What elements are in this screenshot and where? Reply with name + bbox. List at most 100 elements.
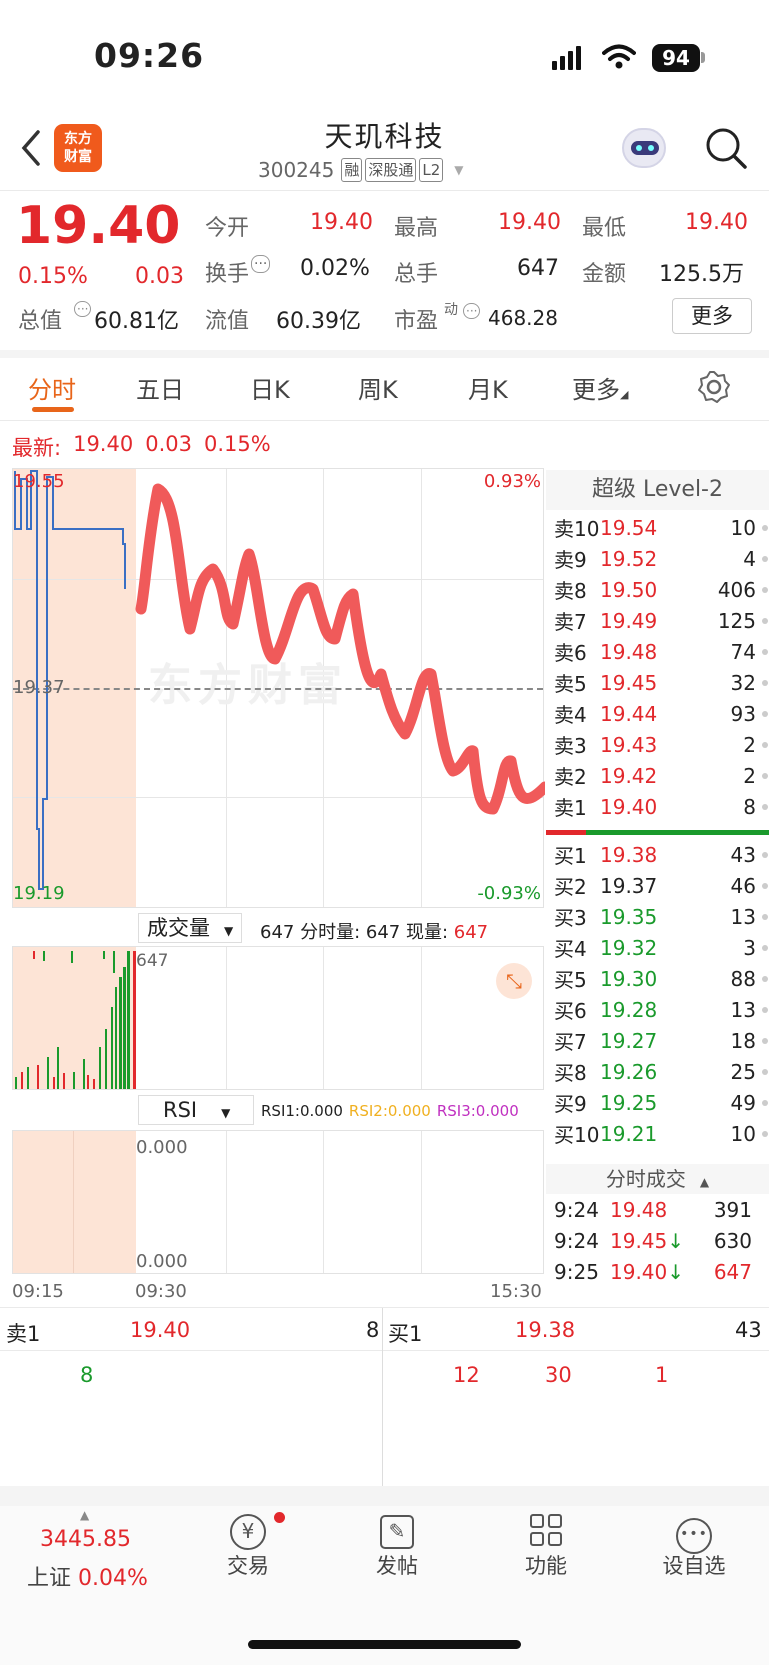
ask-row[interactable]: 卖3 19.43 2: [546, 729, 769, 760]
ask-row[interactable]: 卖9 19.52 4: [546, 543, 769, 574]
ask-row[interactable]: 卖5 19.45 32: [546, 667, 769, 698]
ask-price: 19.45: [600, 670, 658, 695]
bid-row[interactable]: 买3 19.35 13: [546, 901, 769, 932]
tab-more[interactable]: 更多◢: [572, 370, 628, 405]
ask-row[interactable]: 卖7 19.49 125: [546, 605, 769, 636]
bid-row[interactable]: 买7 19.27 18: [546, 1025, 769, 1056]
ask-row[interactable]: 卖2 19.42 2: [546, 760, 769, 791]
volume-indicator-select[interactable]: 成交量 ▼: [138, 913, 243, 943]
dot-icon: [762, 524, 768, 531]
tick-row: 9:24 19.45↓ 630: [546, 1225, 769, 1256]
bid-row[interactable]: 买5 19.30 88: [546, 963, 769, 994]
volume-chart[interactable]: 647 ⤡: [12, 946, 544, 1090]
bid-price: 19.27: [600, 1028, 658, 1053]
ask-row[interactable]: 卖8 19.50 406: [546, 574, 769, 605]
float-value: 60.39亿: [276, 309, 361, 334]
tick-time: 9:25: [554, 1259, 599, 1284]
nav-add-watchlist[interactable]: ••• 设自选: [634, 1508, 754, 1580]
robot-avatar-icon[interactable]: [622, 128, 666, 168]
grid-line: [226, 1131, 227, 1273]
tab-weekly-k[interactable]: 周K: [358, 370, 398, 405]
dot-icon: [762, 741, 768, 748]
ask-volume: 32: [730, 670, 756, 695]
queue-center-divider: [382, 1308, 383, 1486]
bid-label: 买7: [554, 1030, 587, 1054]
info-circle-icon[interactable]: ···: [251, 255, 271, 273]
tick-price: 19.40↓: [610, 1259, 685, 1284]
bid-row[interactable]: 买1 19.38 43: [546, 839, 769, 870]
time-axis-close: 15:30: [490, 1281, 542, 1302]
bid-order: 12: [453, 1363, 480, 1387]
bid-row[interactable]: 买10 19.21 10: [546, 1118, 769, 1149]
nav-post[interactable]: ✎ 发帖: [337, 1508, 457, 1580]
signal-icon: [552, 46, 581, 70]
info-circle-icon[interactable]: ···: [463, 303, 481, 319]
ask-label: 卖3: [554, 734, 587, 758]
dot-icon: [762, 1099, 768, 1106]
dropdown-caret-icon[interactable]: ▼: [454, 163, 463, 177]
ask-volume: 93: [730, 701, 756, 726]
bid-label: 买4: [554, 937, 587, 961]
more-button[interactable]: 更多: [672, 298, 752, 334]
y-axis-mid: 19.37: [13, 677, 65, 698]
bid-order: 30: [545, 1363, 572, 1387]
ask-row[interactable]: 卖6 19.48 74: [546, 636, 769, 667]
dot-icon: [762, 586, 768, 593]
low-label: 最低: [582, 216, 627, 241]
dot-icon: [762, 772, 768, 779]
nav-functions[interactable]: 功能: [486, 1508, 606, 1580]
index-value[interactable]: 3445.85: [40, 1527, 131, 1552]
bid-row[interactable]: 买9 19.25 49: [546, 1087, 769, 1118]
dot-icon: [762, 851, 768, 858]
total-value: 60.81亿: [94, 309, 179, 334]
ticks-header[interactable]: 分时成交 ▲: [546, 1164, 769, 1194]
queue-bid-price: 19.38: [515, 1318, 576, 1342]
expand-icon[interactable]: ⤡: [496, 963, 532, 999]
queue-ask-label: 卖1: [6, 1322, 41, 1346]
tab-monthly-k[interactable]: 月K: [468, 370, 508, 405]
status-time: 09:26: [94, 36, 205, 75]
bid-row[interactable]: 买2 19.37 46: [546, 870, 769, 901]
settings-gear-icon[interactable]: [697, 370, 731, 404]
ask-row[interactable]: 卖10 19.54 10: [546, 512, 769, 543]
ask-row[interactable]: 卖1 19.40 8: [546, 791, 769, 822]
rsi-values: RSI1:0.000 RSI2:0.000 RSI3:0.000: [261, 1102, 519, 1120]
level2-title[interactable]: 超级 Level-2: [546, 470, 769, 510]
float-value-label: 流值: [205, 309, 250, 334]
bid-order: 1: [655, 1363, 669, 1387]
index-ticker[interactable]: 上证 0.04%: [27, 1560, 148, 1592]
bid-row[interactable]: 买4 19.32 3: [546, 932, 769, 963]
tag-connect: 深股通: [365, 158, 417, 182]
tick-volume: 630: [713, 1228, 752, 1253]
bid-volume: 3: [743, 935, 756, 960]
nav-trade[interactable]: ¥ 交易: [188, 1508, 308, 1580]
tab-daily-k[interactable]: 日K: [250, 370, 290, 405]
ask-row[interactable]: 卖4 19.44 93: [546, 698, 769, 729]
tick-price: 19.45↓: [610, 1228, 685, 1253]
ask-label: 卖1: [554, 796, 587, 820]
bid-price: 19.32: [600, 935, 658, 960]
high-label: 最高: [394, 216, 439, 241]
bid-row[interactable]: 买6 19.28 13: [546, 994, 769, 1025]
dot-icon: [762, 555, 768, 562]
rsi-indicator-select[interactable]: RSI ▼: [138, 1095, 254, 1125]
rsi-chart[interactable]: 0.000 0.000: [12, 1130, 544, 1274]
tab-intraday[interactable]: 分时: [28, 370, 76, 405]
stock-subtitle[interactable]: 300245 融 深股通 L2 ▼: [258, 158, 464, 182]
dot-icon: [762, 648, 768, 655]
tab-five-day[interactable]: 五日: [136, 370, 184, 405]
bid-label: 买3: [554, 906, 587, 930]
pct-axis-low: -0.93%: [477, 883, 541, 904]
tag-margin: 融: [341, 158, 363, 182]
ask-order: 8: [80, 1363, 94, 1387]
pe-superscript: 动: [444, 302, 458, 318]
info-circle-icon[interactable]: ···: [74, 301, 92, 317]
intraday-chart[interactable]: 东方财富 19.55 19.37 19.19 0.93% -0.93%: [12, 468, 545, 908]
grid-line: [421, 1131, 422, 1273]
tick-time: 9:24: [554, 1197, 599, 1222]
bid-volume: 13: [730, 904, 756, 929]
ask-price: 19.43: [600, 732, 658, 757]
bid-row[interactable]: 买8 19.26 25: [546, 1056, 769, 1087]
search-icon[interactable]: [704, 126, 748, 170]
turnover-value: 0.02%: [300, 256, 370, 281]
